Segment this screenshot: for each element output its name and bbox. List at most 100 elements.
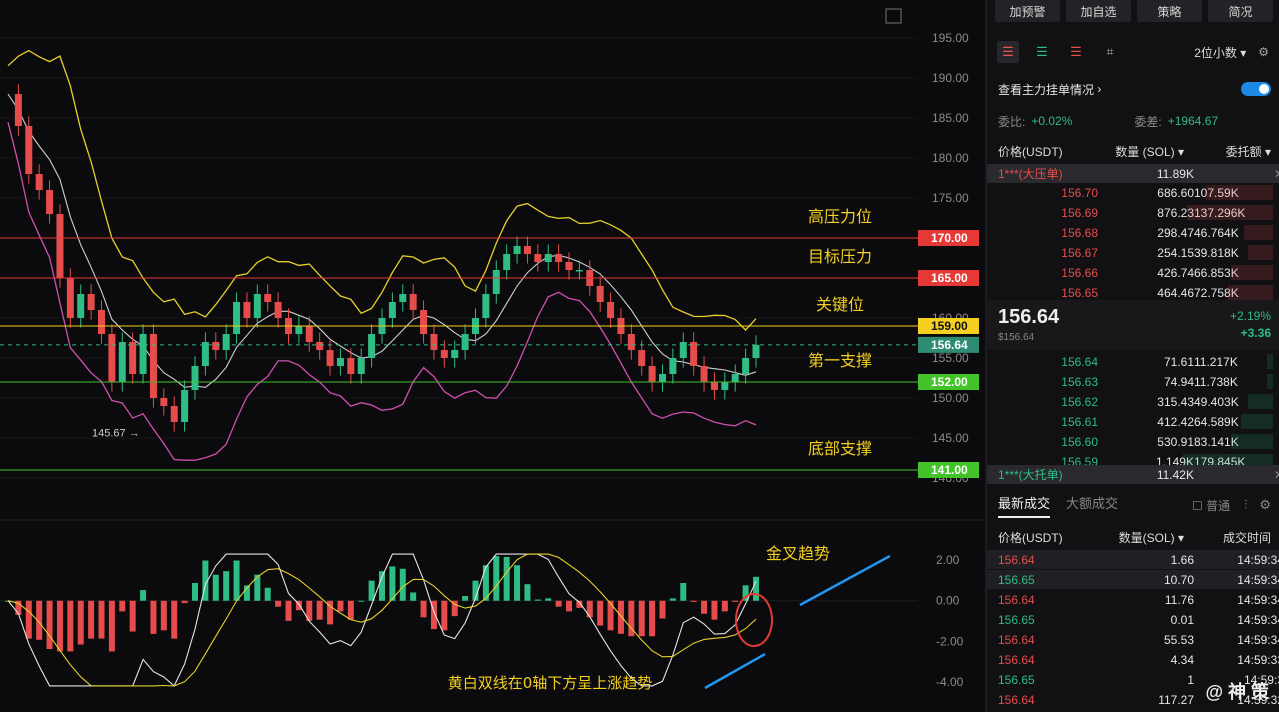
candle-body xyxy=(399,294,407,302)
candle-body xyxy=(98,310,105,334)
close-icon[interactable]: ✕ xyxy=(1194,468,1279,482)
settings-icon[interactable]: ⚙ xyxy=(1259,497,1271,513)
macd-histogram-bar xyxy=(347,600,354,620)
settings-icon[interactable]: ⚙ xyxy=(1258,45,1269,59)
layout-icon[interactable]: ⌗ xyxy=(1099,41,1121,63)
decimals-label: 2位小数 xyxy=(1194,45,1237,60)
price-chart[interactable]: 195.00 190.00 185.00 180.00 175.00 170.00 165.… xyxy=(0,0,985,712)
low-price-annotation: 145.67 → xyxy=(92,428,140,440)
tab-latest-trades[interactable]: 最新成交 xyxy=(998,493,1051,518)
trade-qty: 0.01 xyxy=(1170,612,1194,627)
main-order-row[interactable]: 查看主力挂单情况 › xyxy=(998,80,1271,98)
bid-row[interactable]: 156.60 530.91 83.141K xyxy=(987,432,1279,451)
bid-row[interactable]: 156.64 71.61 11.217K xyxy=(987,352,1279,371)
bid-row[interactable]: 156.62 315.43 49.403K xyxy=(987,392,1279,411)
macd-histogram-bar xyxy=(441,600,448,631)
price-tick-label: 145.00 xyxy=(932,431,969,445)
decimals-select[interactable]: 2位小数 ▾ xyxy=(1194,44,1246,61)
trade-qty: 10.70 xyxy=(1163,572,1194,587)
candle-body xyxy=(66,278,74,318)
level-label: 目标压力 xyxy=(808,247,872,266)
trade-time: 14:59:34 xyxy=(1237,592,1279,607)
price-tick-label: 195.00 xyxy=(932,31,969,45)
col-amount[interactable]: 委托额 ▾ xyxy=(1184,143,1271,160)
trade-col-qty[interactable]: 数量(SOL) ▾ xyxy=(1098,529,1184,546)
summary-button[interactable]: 简况 xyxy=(1208,0,1273,22)
main-order-toggle[interactable] xyxy=(1241,82,1271,96)
candle-body xyxy=(523,246,531,254)
candle-body xyxy=(420,310,428,334)
bid-price: 156.64 xyxy=(1061,354,1098,369)
ask-row[interactable]: 156.70 686.60 107.59K xyxy=(987,183,1279,202)
ask-price: 156.67 xyxy=(1061,245,1098,260)
ask-price: 156.68 xyxy=(1061,225,1098,240)
candle-body xyxy=(721,382,729,390)
big-ask-row[interactable]: 1***(大压单) 11.89K ✕ xyxy=(987,164,1279,183)
candle-body xyxy=(108,334,116,382)
candle-body xyxy=(544,254,552,262)
macd-histogram-bar xyxy=(275,600,282,607)
bid-row[interactable]: 156.61 412.42 64.589K xyxy=(987,412,1279,431)
candle-body xyxy=(170,406,178,422)
macd-histogram-bar xyxy=(108,600,115,652)
trade-row: 156.65 0.01 14:59:34 xyxy=(987,610,1279,629)
candle-body xyxy=(461,334,469,350)
candle-body xyxy=(627,334,635,350)
bid-row[interactable]: 156.63 74.94 11.738K xyxy=(987,372,1279,391)
macd-histogram-bar xyxy=(77,600,84,645)
macd-histogram-bar xyxy=(638,600,645,637)
chart-area[interactable]: 195.00 190.00 185.00 180.00 175.00 170.00 165.… xyxy=(0,0,985,712)
candle-body xyxy=(596,286,604,302)
macd-histogram-bar xyxy=(711,600,718,620)
candle-body xyxy=(118,342,126,382)
ask-row[interactable]: 156.67 254.15 39.818K xyxy=(987,243,1279,262)
filter-icon[interactable]: ⫶ xyxy=(1244,497,1247,513)
bid-qty: 71.61 xyxy=(1163,354,1194,369)
ask-depth-bar xyxy=(1187,205,1273,220)
bid-qty: 315.43 xyxy=(1157,394,1194,409)
strategy-button[interactable]: 策略 xyxy=(1137,0,1202,22)
macd-histogram-bar xyxy=(192,582,198,601)
macd-histogram-bar xyxy=(389,566,396,601)
trade-qty: 1 xyxy=(1187,672,1194,687)
normal-checkbox[interactable]: ☐ 普通 xyxy=(1192,497,1230,514)
close-icon[interactable]: ✕ xyxy=(1194,167,1279,181)
bids-only-icon[interactable]: ☰ xyxy=(1031,41,1053,63)
candle-body xyxy=(191,366,199,390)
price-tick-label: 180.00 xyxy=(932,151,969,165)
bid-depth-bar xyxy=(1267,354,1273,369)
col-qty[interactable]: 数量 (SOL) ▾ xyxy=(1098,143,1184,160)
candle-body xyxy=(201,342,209,366)
price-tick-label: 185.00 xyxy=(932,111,969,125)
trade-col-qty-label: 数量(SOL) xyxy=(1118,531,1175,545)
candle-body xyxy=(139,334,147,374)
alert-button[interactable]: 加预警 xyxy=(995,0,1060,22)
macd-histogram-bar xyxy=(545,598,552,601)
macd-histogram-bar xyxy=(659,600,666,619)
both-sides-icon[interactable]: ☰ xyxy=(997,41,1019,63)
bid-amount: 11.217K xyxy=(1194,354,1238,369)
macd-histogram-bar xyxy=(264,587,271,601)
candle-body xyxy=(87,294,95,310)
big-bid-row[interactable]: 1***(大托单) 11.42K ✕ xyxy=(987,465,1279,484)
ask-row[interactable]: 156.68 298.47 46.764K xyxy=(987,223,1279,242)
ask-price: 156.70 xyxy=(1061,185,1098,200)
trade-qty: 1.66 xyxy=(1170,552,1194,567)
entrust-ratio-value: +0.02% xyxy=(1031,114,1073,128)
tab-large-trades[interactable]: 大额成交 xyxy=(1066,493,1118,518)
entrust-ratio-label: 委比: xyxy=(998,114,1026,129)
price-tick-label: 175.00 xyxy=(932,191,969,205)
candle-body xyxy=(305,326,313,342)
trade-time: 14:59:34 xyxy=(1237,572,1279,587)
candle-body xyxy=(243,302,251,318)
asks-only-icon[interactable]: ☰ xyxy=(1065,41,1087,63)
trade-price: 156.64 xyxy=(998,632,1035,647)
macd-histogram-bar xyxy=(555,600,562,607)
last-price-block: 156.64 $156.64 +2.19% +3.36 xyxy=(987,300,1279,350)
add-watchlist-button[interactable]: 加自选 xyxy=(1066,0,1131,22)
ask-row[interactable]: 156.66 426.74 66.853K xyxy=(987,263,1279,282)
big-ask-qty: 11.89K xyxy=(1156,166,1194,181)
ask-row[interactable]: 156.69 876.23 137.296K xyxy=(987,203,1279,222)
candle-body xyxy=(451,350,459,358)
macd-histogram-bar xyxy=(503,556,510,601)
